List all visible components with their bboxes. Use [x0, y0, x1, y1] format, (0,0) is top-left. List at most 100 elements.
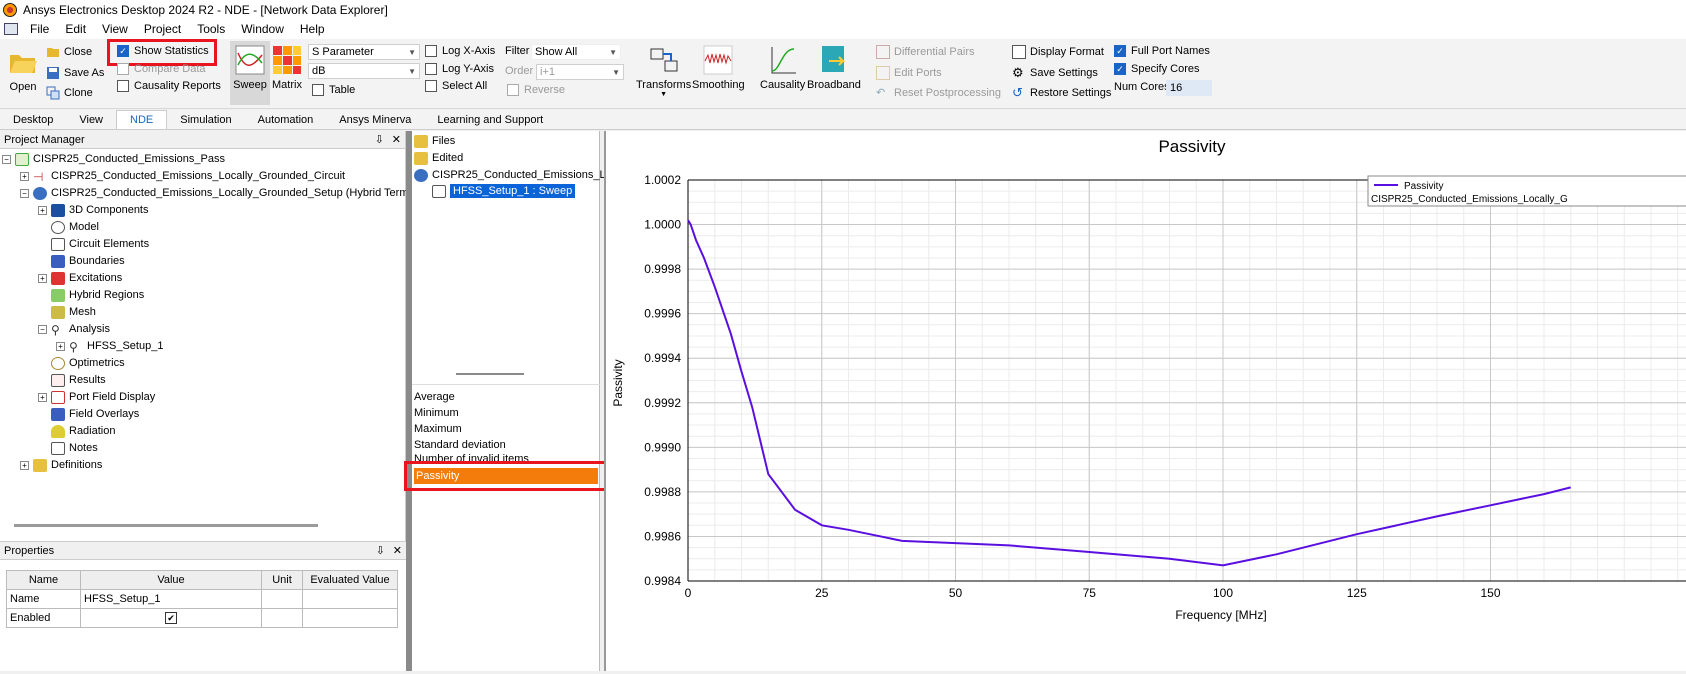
- stat-maximum[interactable]: Maximum: [414, 421, 462, 437]
- tree-node-edited[interactable]: Edited: [414, 150, 463, 166]
- menu-view[interactable]: View: [94, 22, 136, 36]
- display-format-icon: [1012, 45, 1026, 59]
- tree-node-circuit-elements[interactable]: Circuit Elements: [51, 236, 149, 252]
- project-manager-header: Project Manager ⇩ ✕: [0, 131, 405, 149]
- reverse-checkbox[interactable]: Reverse: [507, 84, 565, 96]
- collapse-icon[interactable]: −: [20, 188, 29, 198]
- table-row: Enabled ✔: [6, 608, 398, 628]
- stat-average[interactable]: Average: [414, 389, 455, 405]
- expand-icon[interactable]: +: [20, 171, 29, 181]
- horizontal-scrollbar[interactable]: [14, 524, 318, 527]
- tree-node-project[interactable]: − CISPR25_Conducted_Emissions_Pass: [2, 151, 225, 167]
- expand-icon[interactable]: +: [38, 392, 47, 402]
- differential-pairs-button[interactable]: Differential Pairs: [876, 45, 975, 59]
- tree-node-design[interactable]: CISPR25_Conducted_Emissions_Lo: [414, 167, 612, 183]
- matrix-button[interactable]: Matrix: [272, 45, 302, 91]
- expand-icon[interactable]: +: [20, 460, 29, 470]
- tree-node-files[interactable]: Files: [414, 133, 455, 149]
- checkmark-icon: ✓: [1114, 45, 1126, 57]
- tree-node-hfss-design[interactable]: − CISPR25_Conducted_Emissions_Locally_Gro…: [20, 185, 454, 201]
- compare-data-checkbox[interactable]: Compare Data: [117, 63, 206, 75]
- tree-node-3d-components[interactable]: +3D Components: [38, 202, 149, 218]
- sweep-button[interactable]: Sweep: [230, 41, 270, 105]
- filter-select[interactable]: Show All ▼: [531, 44, 621, 60]
- order-select[interactable]: i+1 ▼: [536, 64, 624, 80]
- pin-icon[interactable]: ⇩: [376, 545, 385, 557]
- tree-node-circuit[interactable]: + ⊣ CISPR25_Conducted_Emissions_Locally_Gr…: [20, 168, 345, 184]
- specify-cores-checkbox[interactable]: ✓ Specify Cores: [1114, 63, 1199, 75]
- expand-icon[interactable]: +: [38, 273, 47, 283]
- menu-help[interactable]: Help: [292, 22, 333, 36]
- stat-standard-deviation[interactable]: Standard deviation: [414, 437, 506, 453]
- menu-project[interactable]: Project: [136, 22, 189, 36]
- tree-node-field-overlays[interactable]: Field Overlays: [51, 406, 139, 422]
- expand-icon[interactable]: +: [56, 341, 65, 351]
- collapse-icon[interactable]: −: [2, 154, 11, 164]
- tree-node-radiation[interactable]: Radiation: [51, 423, 115, 439]
- causality-reports-checkbox[interactable]: Causality Reports: [117, 80, 221, 92]
- tree-node-mesh[interactable]: Mesh: [51, 304, 96, 320]
- transforms-button[interactable]: Transforms ▼: [636, 45, 691, 98]
- tree-node-port-field-display[interactable]: + Port Field Display: [38, 389, 155, 405]
- open-button[interactable]: Open: [8, 47, 38, 93]
- menu-window[interactable]: Window: [233, 22, 292, 36]
- parameter-select[interactable]: S Parameter ▼: [308, 44, 420, 60]
- causality-button[interactable]: Causality: [760, 45, 805, 91]
- reset-postprocessing-button[interactable]: ↶ Reset Postprocessing: [876, 86, 1001, 100]
- chart-legend[interactable]: Passivity CISPR25_Conducted_Emissions_Lo…: [1367, 175, 1686, 207]
- stat-minimum[interactable]: Minimum: [414, 405, 459, 421]
- full-port-names-checkbox[interactable]: ✓ Full Port Names: [1114, 45, 1210, 57]
- tree-node-analysis[interactable]: − ⚲ Analysis: [38, 321, 110, 337]
- passivity-chart[interactable]: Passivity 0.9984 0.9986 0.9988 0.9990 0.9992…: [606, 131, 1686, 671]
- clone-button[interactable]: Clone: [46, 86, 93, 100]
- menu-file[interactable]: File: [22, 22, 57, 36]
- display-format-button[interactable]: Display Format: [1012, 45, 1104, 59]
- log-x-axis-checkbox[interactable]: Log X-Axis: [425, 45, 495, 57]
- tree-node-model[interactable]: Model: [51, 219, 99, 235]
- tree-node-hybrid-regions[interactable]: Hybrid Regions: [51, 287, 144, 303]
- tab-nde[interactable]: NDE: [116, 110, 168, 129]
- chevron-down-icon: ▼: [612, 67, 620, 77]
- x-tick-label: 75: [1083, 586, 1097, 600]
- system-menu-icon[interactable]: [4, 23, 18, 35]
- tree-node-excitations[interactable]: + Excitations: [38, 270, 122, 286]
- pin-icon[interactable]: ⇩: [375, 134, 384, 146]
- smoothing-button[interactable]: Smoothing: [692, 45, 745, 91]
- save-settings-button[interactable]: ⚙ Save Settings: [1012, 66, 1098, 80]
- tab-desktop[interactable]: Desktop: [0, 111, 66, 129]
- horizontal-scrollbar[interactable]: [456, 373, 524, 375]
- num-cores-input[interactable]: 16: [1166, 80, 1212, 96]
- collapse-icon[interactable]: −: [38, 324, 47, 334]
- edit-ports-button[interactable]: Edit Ports: [876, 66, 942, 80]
- app-logo-icon: [3, 2, 17, 17]
- save-as-button[interactable]: Save As: [46, 66, 104, 80]
- menu-tools[interactable]: Tools: [189, 22, 233, 36]
- tab-ansys-minerva[interactable]: Ansys Minerva: [326, 111, 424, 129]
- tree-node-boundaries[interactable]: Boundaries: [51, 253, 125, 269]
- close-button[interactable]: Close: [46, 45, 92, 59]
- restore-settings-button[interactable]: ↺ Restore Settings: [1012, 86, 1111, 100]
- tab-view[interactable]: View: [66, 111, 116, 129]
- hfss-design-icon: [33, 186, 47, 200]
- log-y-axis-checkbox[interactable]: Log Y-Axis: [425, 63, 494, 75]
- tree-node-definitions[interactable]: + Definitions: [20, 457, 102, 473]
- tree-node-optimetrics[interactable]: Optimetrics: [51, 355, 125, 371]
- property-value[interactable]: HFSS_Setup_1: [80, 589, 262, 609]
- tree-node-sweep[interactable]: HFSS_Setup_1 : Sweep: [432, 183, 576, 199]
- table-checkbox[interactable]: Table: [312, 84, 355, 96]
- broadband-button[interactable]: Broadband: [807, 45, 861, 91]
- tree-node-notes[interactable]: Notes: [51, 440, 98, 456]
- menu-edit[interactable]: Edit: [57, 22, 94, 36]
- enabled-checkbox[interactable]: ✔: [165, 612, 177, 624]
- tree-node-hfss-setup[interactable]: + ⚲ HFSS_Setup_1: [56, 338, 163, 354]
- select-all-checkbox[interactable]: Select All: [425, 80, 487, 92]
- model-icon: [51, 220, 65, 234]
- tab-learning-support[interactable]: Learning and Support: [424, 111, 556, 129]
- unit-select[interactable]: dB ▼: [308, 63, 420, 79]
- close-icon[interactable]: ✕: [393, 545, 402, 557]
- close-icon[interactable]: ✕: [392, 134, 401, 146]
- tab-automation[interactable]: Automation: [245, 111, 327, 129]
- tab-simulation[interactable]: Simulation: [167, 111, 244, 129]
- expand-icon[interactable]: +: [38, 205, 47, 215]
- tree-node-results[interactable]: Results: [51, 372, 106, 388]
